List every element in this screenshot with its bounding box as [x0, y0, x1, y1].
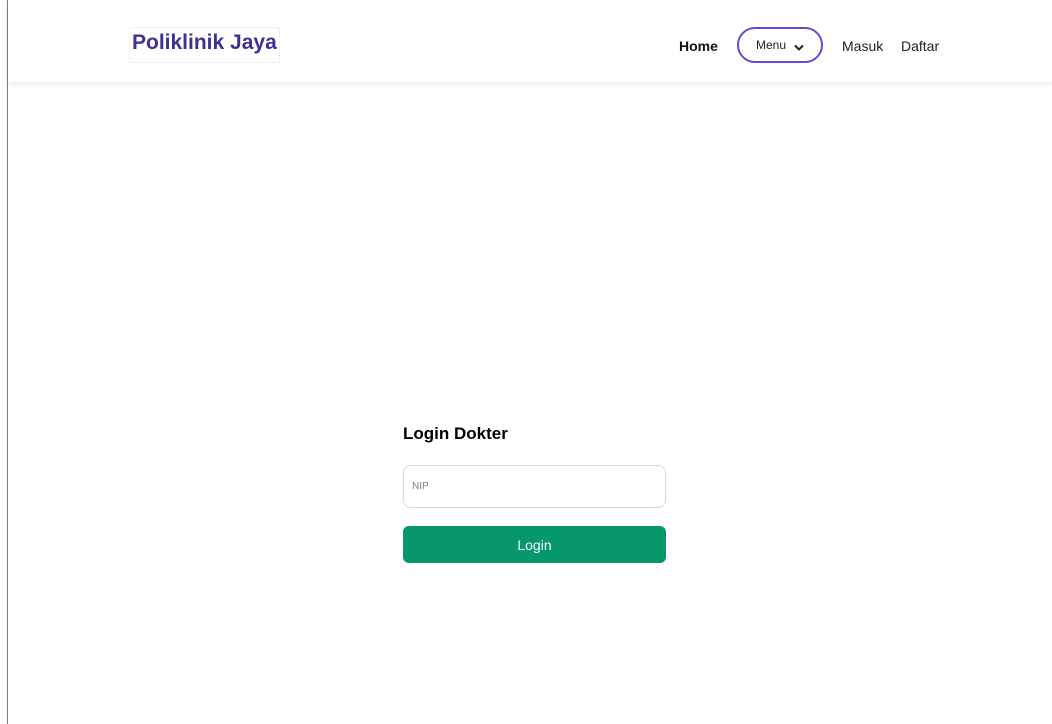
chevron-down-icon	[794, 40, 804, 51]
brand-logo-link[interactable]: Poliklinik Jaya	[129, 27, 280, 63]
login-button[interactable]: Login	[403, 526, 666, 563]
left-divider	[7, 0, 8, 724]
navbar: Poliklinik Jaya Home Menu Masuk Daftar	[8, 0, 1052, 82]
nav-link-masuk[interactable]: Masuk	[842, 38, 883, 54]
menu-label: Menu	[755, 38, 787, 52]
page: Poliklinik Jaya Home Menu Masuk Daftar L…	[0, 0, 1052, 724]
menu-dropdown-button[interactable]: Menu	[737, 27, 823, 63]
nip-input[interactable]	[403, 465, 666, 508]
nav-link-daftar[interactable]: Daftar	[901, 38, 939, 54]
login-form: Login Dokter Login	[403, 424, 666, 563]
login-title: Login Dokter	[403, 424, 508, 443]
nav-link-home[interactable]: Home	[679, 38, 718, 54]
